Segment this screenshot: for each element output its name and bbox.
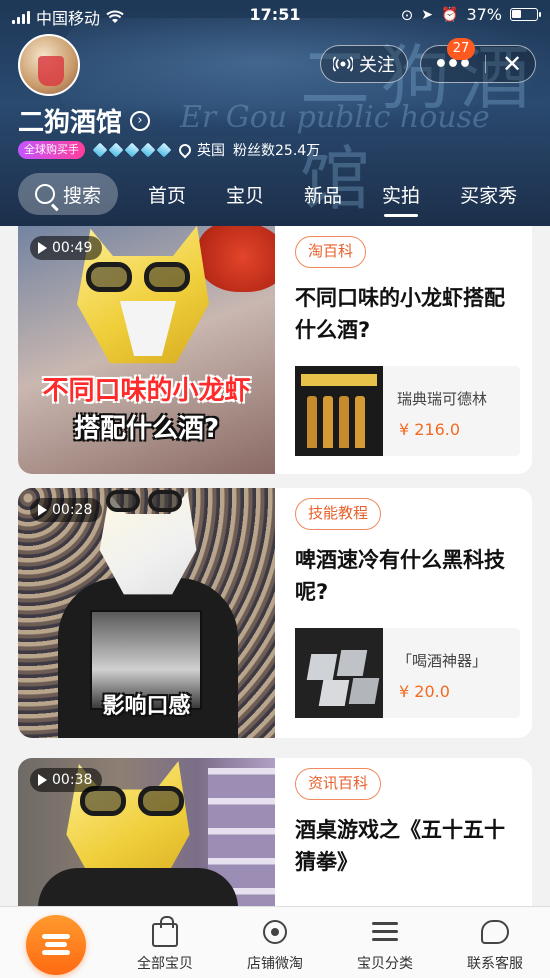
product-image [295, 366, 383, 456]
status-bar: 中国移动 17:51 ⊙ ➤ ⏰ 37% [0, 0, 550, 30]
home-button[interactable] [26, 915, 86, 975]
nav-category-label: 宝贝分类 [357, 956, 413, 972]
video-caption-line1: 不同口味的小龙虾 [42, 376, 251, 406]
video-card[interactable]: 00:38 资讯百科 酒桌游戏之《五十五十猜拳》 [18, 758, 532, 906]
video-caption-line2: 搭配什么酒? [73, 414, 220, 444]
person-body-image [38, 868, 238, 906]
category-tag[interactable]: 淘百科 [295, 236, 367, 268]
nav-service[interactable]: 联系客服 [445, 917, 545, 973]
tab-buyer-show[interactable]: 买家秀 [460, 181, 517, 208]
tab-home[interactable]: 首页 [148, 181, 186, 208]
nav-weitao-label: 店铺微淘 [247, 956, 303, 972]
close-icon: ✕ [501, 50, 523, 78]
location-pin-icon [176, 141, 194, 159]
battery-percent: 37% [466, 5, 502, 24]
linked-product[interactable]: 「喝酒神器」 ¥ 20.0 [295, 628, 520, 718]
fan-count: 粉丝数25.4万 [233, 143, 321, 159]
glasses-image [80, 786, 190, 816]
bottom-nav: 全部宝贝 店铺微淘 宝贝分类 联系客服 [0, 906, 550, 978]
close-button[interactable]: ✕ [487, 46, 537, 82]
video-duration: 00:38 [30, 768, 103, 792]
location-arrow-icon: ➤ [421, 6, 433, 23]
video-thumbnail[interactable]: 00:49 不同口味的小龙虾 搭配什么酒? [18, 226, 275, 474]
diamond-rating [92, 142, 172, 158]
video-thumbnail[interactable]: 00:28 影响口感 [18, 488, 275, 738]
shop-meta: 全球购买手 英国 粉丝数25.4万 [18, 140, 320, 160]
duration-label: 00:38 [52, 772, 93, 788]
product-name: 「喝酒神器」 [397, 652, 488, 670]
follow-label: 关注 [359, 55, 395, 76]
card-info: 技能教程 啤酒速冷有什么黑科技呢? 「喝酒神器」 ¥ 20.0 [295, 498, 520, 728]
video-duration: 00:28 [30, 498, 103, 522]
video-card[interactable]: 00:49 不同口味的小龙虾 搭配什么酒? 淘百科 不同口味的小龙虾搭配什么酒?… [18, 226, 532, 474]
tab-live-shots[interactable]: 实拍 [382, 181, 420, 217]
shopping-bag-icon [152, 916, 178, 947]
glasses-image [86, 262, 196, 292]
broadcast-icon [263, 920, 287, 944]
nav-service-label: 联系客服 [467, 956, 523, 972]
duration-label: 00:49 [52, 240, 93, 256]
product-price: ¥ 20.0 [399, 682, 450, 701]
shop-name: 二狗酒馆 [18, 108, 123, 138]
linked-product[interactable]: 瑞典瑞可德林 ¥ 216.0 [295, 366, 520, 456]
search-icon [34, 184, 55, 204]
shop-avatar[interactable] [18, 34, 80, 96]
duration-label: 00:28 [52, 502, 93, 518]
search-button[interactable]: 搜索 [18, 173, 118, 215]
broadcast-icon [333, 56, 353, 72]
lobster-claw-image [198, 226, 275, 292]
tab-new[interactable]: 新品 [304, 181, 342, 208]
category-tag[interactable]: 资讯百科 [295, 768, 382, 800]
shop-tabs: 搜索 首页 宝贝 新品 实拍 买家秀 [0, 166, 550, 222]
chat-bubble-icon [481, 920, 509, 944]
product-image [295, 628, 383, 718]
follow-button[interactable]: 关注 [320, 45, 408, 83]
play-icon [38, 242, 47, 254]
category-tag[interactable]: 技能教程 [295, 498, 382, 530]
glasses-image [106, 490, 186, 512]
diamond-icon [92, 142, 108, 158]
shop-name-link[interactable]: 二狗酒馆 › [18, 102, 151, 139]
diamond-icon [124, 142, 140, 158]
nav-all-items[interactable]: 全部宝贝 [115, 916, 215, 973]
video-caption: 影响口感 [102, 694, 191, 719]
diamond-icon [156, 142, 172, 158]
burger-menu-icon [42, 934, 70, 956]
nav-all-items-label: 全部宝贝 [137, 956, 193, 972]
location-label: 英国 [197, 143, 225, 159]
product-name: 瑞典瑞可德林 [397, 390, 488, 408]
list-icon [372, 921, 398, 943]
chevron-right-icon: › [130, 110, 151, 131]
video-thumbnail[interactable]: 00:38 [18, 758, 275, 906]
diamond-icon [108, 142, 124, 158]
alarm-icon: ⏰ [441, 6, 459, 23]
rotation-lock-icon: ⊙ [400, 5, 414, 24]
neon-sign-subtext: Er Gou public house [180, 100, 490, 135]
card-info: 资讯百科 酒桌游戏之《五十五十猜拳》 [295, 768, 520, 906]
video-feed[interactable]: 00:49 不同口味的小龙虾 搭配什么酒? 淘百科 不同口味的小龙虾搭配什么酒?… [0, 226, 550, 906]
card-title[interactable]: 不同口味的小龙虾搭配什么酒? [295, 282, 520, 346]
video-card[interactable]: 00:28 影响口感 技能教程 啤酒速冷有什么黑科技呢? 「喝酒神器」 ¥ 20… [18, 488, 532, 738]
tab-items[interactable]: 宝贝 [226, 181, 264, 208]
mini-program-capsule: ••• ✕ [420, 45, 536, 83]
nav-category[interactable]: 宝贝分类 [335, 917, 435, 973]
search-label: 搜索 [62, 184, 101, 207]
card-info: 淘百科 不同口味的小龙虾搭配什么酒? 瑞典瑞可德林 ¥ 216.0 [295, 236, 520, 466]
capsule-divider [485, 55, 486, 73]
play-icon [38, 504, 47, 516]
shop-header: 二狗酒馆 Er Gou public house 中国移动 17:51 ⊙ ➤ … [0, 0, 550, 226]
card-title[interactable]: 啤酒速冷有什么黑科技呢? [295, 544, 520, 608]
diamond-icon [140, 142, 156, 158]
video-duration: 00:49 [30, 236, 103, 260]
play-icon [38, 774, 47, 786]
product-price: ¥ 216.0 [399, 420, 461, 439]
location: 英国 [176, 140, 225, 160]
nav-weitao[interactable]: 店铺微淘 [225, 917, 325, 973]
notification-badge: 27 [447, 38, 475, 60]
global-buyer-tag: 全球购买手 [18, 141, 85, 159]
card-title[interactable]: 酒桌游戏之《五十五十猜拳》 [295, 814, 520, 878]
battery-icon [510, 8, 541, 21]
